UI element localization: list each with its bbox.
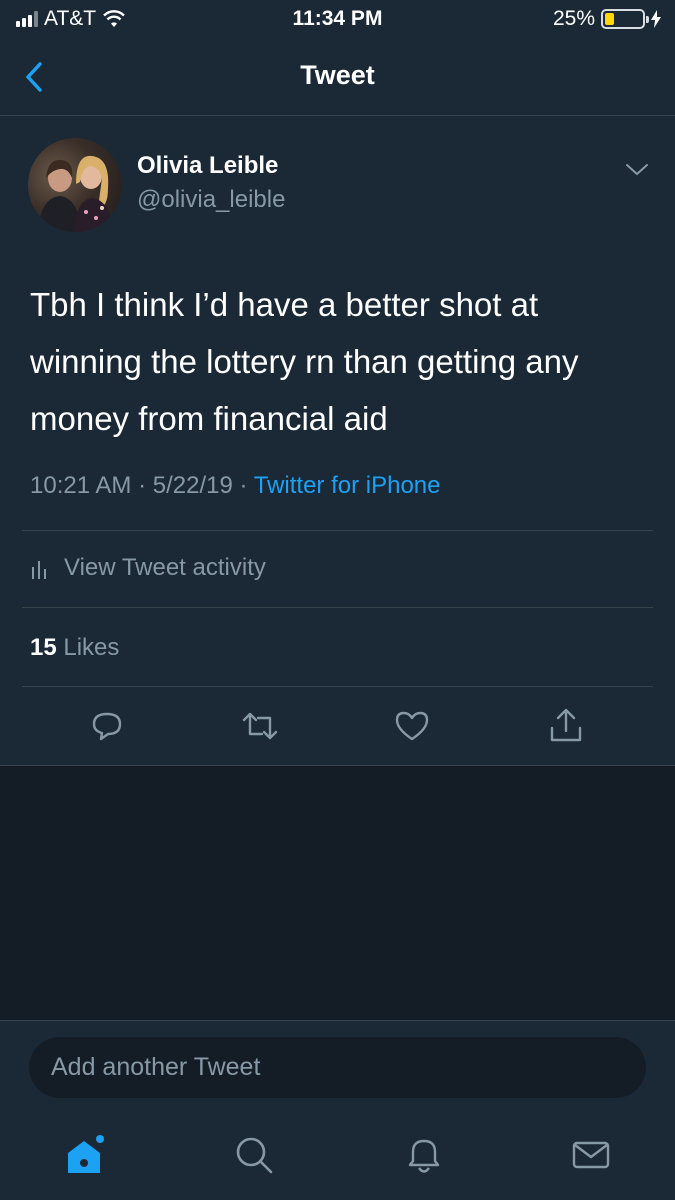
activity-label: View Tweet activity (64, 554, 266, 581)
battery-icon (601, 9, 649, 29)
chevron-down-icon (626, 164, 648, 176)
bar-chart-icon (32, 561, 46, 579)
page-title: Tweet (300, 60, 375, 90)
share-icon (550, 708, 582, 742)
reply-icon (92, 712, 122, 741)
tweet-text: Tbh I think I’d have a better shot at wi… (30, 286, 579, 437)
divider (22, 686, 653, 687)
tweet-date: 5/22/19 (152, 472, 233, 499)
status-bar: AT&T 11:34 PM 25% (0, 0, 675, 38)
search-icon (236, 1137, 273, 1174)
like-icon (395, 711, 429, 741)
add-another-tweet-input[interactable] (29, 1037, 646, 1098)
author-name[interactable]: Olivia Leible (137, 152, 278, 180)
tweet-source-link[interactable]: Twitter for iPhone (254, 472, 441, 499)
battery-level (605, 13, 614, 25)
battery-percent: 25% (552, 7, 595, 30)
reply-button[interactable] (87, 706, 127, 746)
tweet-detail: Olivia Leible @olivia_leible Tbh I think… (0, 116, 675, 766)
tab-notifications[interactable] (402, 1133, 446, 1177)
avatar-photo (38, 155, 114, 232)
likes-label: Likes (63, 634, 120, 661)
tweet-meta: 10:21 AM · 5/22/19 · Twitter for iPhone (30, 472, 440, 500)
notifications-icon (408, 1139, 440, 1173)
meta-separator: · (239, 472, 248, 499)
likes-count: 15 (30, 634, 57, 661)
retweet-icon (242, 712, 278, 740)
tweet-actions (0, 706, 675, 748)
navigation-bar: Tweet (0, 38, 675, 116)
like-button[interactable] (392, 706, 432, 746)
tweet-time: 10:21 AM (30, 472, 132, 499)
home-icon (68, 1135, 104, 1173)
share-button[interactable] (546, 706, 586, 746)
charging-bolt-icon (651, 10, 661, 28)
tab-messages[interactable] (569, 1133, 613, 1177)
avatar[interactable] (28, 138, 122, 232)
likes-count-button[interactable]: 15 Likes (30, 634, 119, 662)
tab-home[interactable] (64, 1133, 108, 1177)
meta-separator: · (138, 472, 147, 499)
author-handle[interactable]: @olivia_leible (137, 186, 285, 214)
divider (22, 607, 653, 608)
retweet-button[interactable] (240, 706, 280, 746)
divider (22, 530, 653, 531)
status-right: 25% (553, 7, 661, 31)
bottom-area (0, 1020, 675, 1200)
more-options-button[interactable] (625, 162, 649, 178)
view-tweet-activity-button[interactable]: View Tweet activity (30, 554, 266, 582)
messages-icon (572, 1141, 610, 1169)
tab-search[interactable] (232, 1133, 276, 1177)
